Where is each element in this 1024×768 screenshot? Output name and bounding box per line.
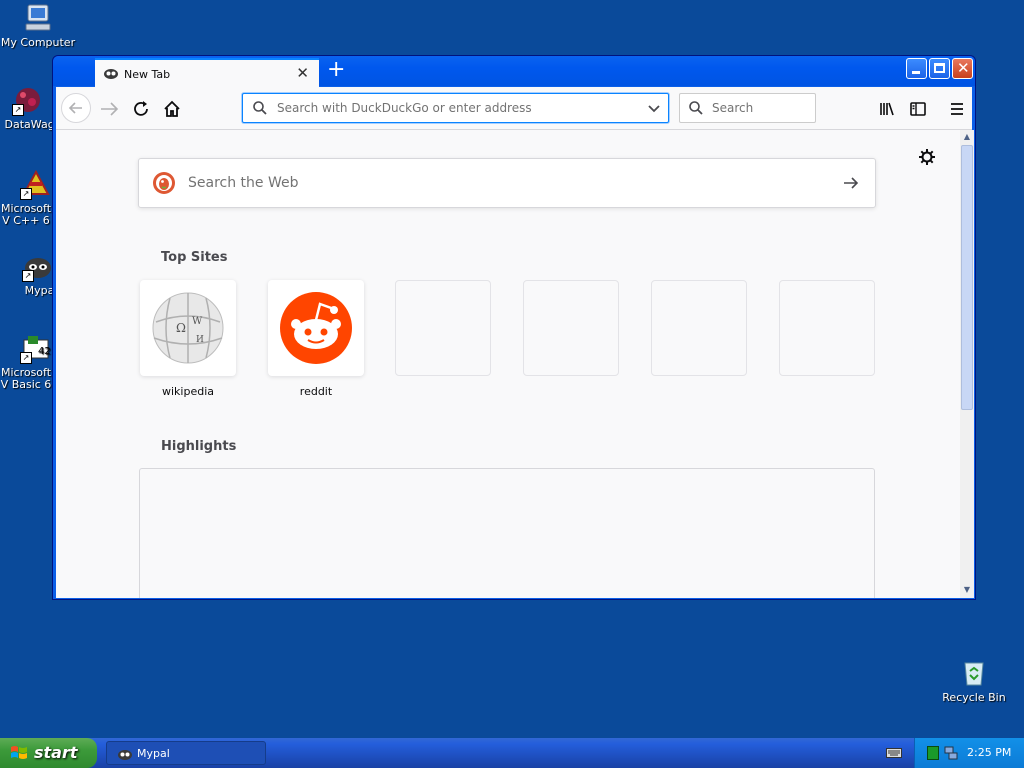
web-search-box[interactable] [138, 158, 876, 208]
maximize-icon [934, 63, 945, 73]
search-icon [689, 101, 703, 115]
web-search-input[interactable] [186, 174, 790, 192]
back-button[interactable] [61, 93, 91, 123]
svg-text:W: W [192, 316, 203, 327]
top-site-tile-wikipedia[interactable]: ΩWИ [140, 280, 236, 376]
minimize-button[interactable] [906, 58, 927, 79]
shortcut-arrow-icon: ↗ [22, 270, 34, 282]
top-site-tile-empty[interactable] [651, 280, 747, 376]
shortcut-arrow-icon: ↗ [20, 188, 32, 200]
sidebar-button[interactable] [907, 98, 929, 120]
top-site-label[interactable]: wikipedia [140, 385, 236, 398]
arrow-right-icon[interactable] [841, 173, 861, 193]
shortcut-arrow-icon: ↗ [12, 104, 24, 116]
shortcut-arrow-icon: ↗ [20, 352, 32, 364]
address-bar[interactable] [242, 93, 669, 123]
close-icon: ✕ [957, 59, 970, 77]
windows-logo-icon [10, 744, 28, 762]
menu-button[interactable] [946, 98, 968, 120]
network-icon[interactable] [943, 745, 959, 764]
mypal-favicon-icon [103, 66, 119, 80]
scroll-up-icon[interactable]: ▲ [961, 131, 973, 143]
desktop-icon-label: Microsoft V Basic 6 [0, 366, 52, 391]
visual-basic-icon: 42 ↗ [20, 332, 52, 364]
gear-icon[interactable] [918, 148, 936, 166]
sidebar-icon [910, 102, 926, 116]
wikipedia-globe-icon: ΩWИ [140, 292, 236, 379]
scrollbar-thumb[interactable] [961, 145, 973, 410]
top-site-tile-empty[interactable] [779, 280, 875, 376]
datawage-icon: ↗ [12, 84, 44, 116]
vertical-scrollbar[interactable]: ▲ ▼ [960, 130, 974, 598]
top-site-tile-empty[interactable] [395, 280, 491, 376]
address-input[interactable] [275, 100, 639, 116]
tab-title: New Tab [124, 68, 171, 81]
desktop-icon-my-computer[interactable]: My Computer [0, 2, 76, 49]
reload-button[interactable] [130, 98, 152, 120]
tab-new-tab[interactable]: New Tab ✕ [95, 58, 319, 87]
scroll-down-icon[interactable]: ▼ [961, 584, 973, 596]
reload-icon [134, 101, 148, 116]
home-icon [164, 100, 180, 117]
chevron-down-icon[interactable] [646, 100, 662, 116]
visual-cpp-icon: ↗ [20, 168, 52, 200]
new-tab-button[interactable]: + [327, 59, 345, 81]
navigation-toolbar [56, 87, 972, 130]
top-site-label[interactable]: reddit [268, 385, 364, 398]
taskbar-item-mypal[interactable]: Mypal [106, 741, 266, 765]
minimize-icon [912, 71, 920, 74]
clock: 2:25 PM [967, 746, 1012, 759]
top-sites-heading: Top Sites [161, 250, 228, 265]
desktop-icon-label: Microsoft V C++ 6 [0, 202, 52, 227]
duckduckgo-logo-icon [152, 171, 176, 195]
maximize-button[interactable] [929, 58, 950, 79]
taskbar: start Mypal 2:25 PM [0, 738, 1024, 768]
desktop-icon-recycle-bin[interactable]: Recycle Bin [936, 657, 1012, 704]
search-bar[interactable] [679, 93, 816, 123]
close-button[interactable]: ✕ [952, 58, 973, 79]
my-computer-icon [22, 2, 54, 34]
keyboard-icon[interactable] [886, 747, 902, 762]
browser-window: New Tab ✕ + ✕ Search with DuckDuckGo or … [52, 55, 976, 600]
mypal-icon: ↗ [22, 250, 54, 282]
hamburger-menu-icon [951, 103, 963, 115]
system-tray: 2:25 PM [914, 738, 1024, 768]
highlights-heading: Highlights [161, 439, 237, 454]
svg-text:Ω: Ω [176, 321, 186, 335]
taskbar-item-label: Mypal [137, 747, 170, 760]
start-label: start [34, 743, 78, 762]
back-arrow-icon [68, 102, 82, 114]
mypal-icon [117, 747, 133, 761]
title-bar[interactable]: New Tab ✕ + ✕ [53, 56, 975, 87]
reddit-alien-icon [268, 292, 364, 379]
desktop-icon-label: Recycle Bin [942, 691, 1006, 704]
top-site-tile-empty[interactable] [523, 280, 619, 376]
search-icon [253, 101, 267, 115]
tray-app-icon[interactable] [927, 746, 939, 760]
library-icon [880, 102, 894, 116]
new-tab-page: Top Sites ΩWИ wikipedia reddit Highlight… [56, 130, 960, 598]
start-button[interactable]: start [0, 738, 97, 768]
top-site-tile-reddit[interactable] [268, 280, 364, 376]
home-button[interactable] [161, 98, 183, 120]
svg-text:И: И [196, 335, 204, 345]
forward-button[interactable] [98, 98, 120, 120]
desktop-icon-label: My Computer [0, 36, 76, 49]
search-input[interactable] [710, 100, 814, 116]
highlights-empty-box [139, 468, 875, 598]
tab-close-icon[interactable]: ✕ [296, 64, 309, 82]
library-button[interactable] [876, 98, 898, 120]
svg-text:42: 42 [38, 346, 51, 357]
forward-arrow-icon [101, 102, 119, 116]
recycle-bin-icon [958, 657, 990, 689]
